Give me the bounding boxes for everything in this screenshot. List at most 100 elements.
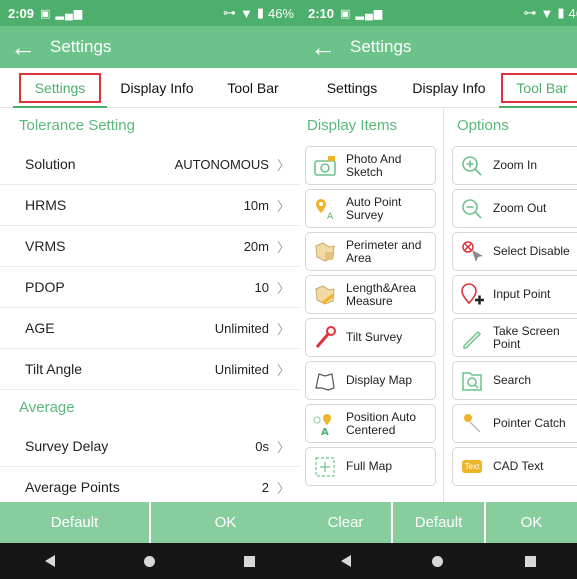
photo-and-sketch-button[interactable]: Photo And Sketch [305, 146, 436, 185]
camera-icon [312, 153, 338, 179]
cad-text-icon-label: Text [461, 460, 483, 473]
options-title: Options [457, 117, 509, 134]
cad-text-icon: Text [459, 454, 485, 480]
battery-icon: ▮ [557, 5, 565, 20]
auto-point-survey-button[interactable]: A Auto Point Survey [305, 189, 436, 228]
row-label: Average Points [25, 479, 120, 495]
perimeter-icon [312, 239, 338, 265]
zoom-in-button[interactable]: Zoom In [452, 146, 577, 185]
tab-bar: Settings Display Info Tool Bar [300, 68, 577, 108]
tab-display-info[interactable]: Display Info [114, 80, 200, 96]
position-auto-centered-button[interactable]: A Position Auto Centered [305, 404, 436, 443]
svg-text:A: A [321, 427, 329, 436]
chevron-right-icon: 〉 [276, 362, 290, 378]
row-value: 10 [254, 279, 269, 295]
ok-button[interactable]: OK [486, 502, 577, 543]
battery-level: 46% [267, 5, 294, 21]
zoom-out-button[interactable]: Zoom Out [452, 189, 577, 228]
item-label: Input Point [493, 287, 551, 301]
row-value: AUTONOMOUS [174, 156, 269, 172]
row-label: Solution [25, 156, 76, 172]
row-label: Tilt Angle [25, 361, 83, 377]
pointer-catch-button[interactable]: Pointer Catch [452, 404, 577, 443]
age-row[interactable]: AGE Unlimited 〉 [0, 308, 300, 349]
survey-delay-row[interactable]: Survey Delay 0s 〉 [0, 426, 300, 467]
item-label: Perimeter and Area [346, 237, 422, 265]
system-nav-bar [0, 543, 300, 579]
tab-display-info[interactable]: Display Info [406, 80, 492, 96]
solution-row[interactable]: Solution AUTONOMOUS 〉 [0, 144, 300, 185]
nav-back-icon[interactable] [44, 555, 55, 567]
pencil-icon [459, 325, 485, 351]
row-value: 0s [255, 438, 269, 454]
chevron-right-icon: 〉 [276, 321, 290, 337]
item-label: CAD Text [493, 459, 544, 473]
back-arrow-icon[interactable]: ← [310, 34, 336, 60]
row-value: 10m [243, 197, 269, 213]
item-label: Tilt Survey [346, 330, 403, 344]
battery-level: 46 [568, 5, 577, 21]
tilt-survey-button[interactable]: Tilt Survey [305, 318, 436, 357]
input-point-button[interactable]: Input Point [452, 275, 577, 314]
status-time: 2:09 [8, 5, 35, 21]
nav-back-icon[interactable] [340, 555, 351, 567]
nav-home-icon[interactable] [432, 555, 444, 567]
chevron-right-icon: 〉 [276, 280, 290, 296]
clear-button[interactable]: Clear [300, 502, 391, 543]
nav-recents-icon[interactable] [244, 555, 256, 567]
status-bar: 2:10 ▣ ▂▄▆ ⊶ ▼ ▮ 46 [300, 0, 577, 26]
tolerance-setting-title: Tolerance Setting [19, 117, 135, 134]
signal-icon: ▣ ▂▄▆ [340, 7, 384, 20]
display-items-title: Display Items [307, 117, 398, 134]
average-list: Survey Delay 0s 〉 Average Points 2 〉 [0, 426, 300, 508]
position-center-icon: A [312, 411, 338, 437]
item-label: Zoom Out [493, 201, 547, 215]
chevron-right-icon: 〉 [276, 157, 290, 173]
status-bar: 2:09 ▣ ▂▄▆ ⊶ ▼ ▮ 46% [0, 0, 300, 26]
wifi-icon: ▼ [540, 5, 554, 21]
full-map-icon [312, 454, 338, 480]
display-map-button[interactable]: Display Map [305, 361, 436, 400]
back-arrow-icon[interactable]: ← [10, 34, 36, 60]
tab-settings[interactable]: Settings [322, 80, 382, 96]
row-value: Unlimited [214, 361, 269, 377]
tab-tool-bar[interactable]: Tool Bar [501, 73, 577, 103]
chevron-right-icon: 〉 [276, 198, 290, 214]
item-label: Full Map [346, 459, 393, 473]
nav-recents-icon[interactable] [525, 555, 537, 567]
full-map-button[interactable]: Full Map [305, 447, 436, 486]
search-icon [459, 368, 485, 394]
default-button[interactable]: Default [393, 502, 484, 543]
bottom-button-bar: Clear Default OK [300, 502, 577, 543]
row-value: 2 [261, 479, 269, 495]
row-value: 20m [243, 238, 269, 254]
hrms-row[interactable]: HRMS 10m 〉 [0, 185, 300, 226]
select-disable-button[interactable]: Select Disable [452, 232, 577, 271]
vrms-row[interactable]: VRMS 20m 〉 [0, 226, 300, 267]
page-title: Settings [50, 37, 112, 56]
row-label: VRMS [25, 238, 66, 254]
settings-screen-right: 2:10 ▣ ▂▄▆ ⊶ ▼ ▮ 46 ← Settings Settings … [300, 0, 577, 579]
cad-text-button[interactable]: Text CAD Text [452, 447, 577, 486]
signal-icon: ▣ ▂▄▆ [40, 7, 84, 20]
tab-settings[interactable]: Settings [19, 73, 101, 103]
row-label: PDOP [25, 279, 65, 295]
ok-button[interactable]: OK [151, 502, 300, 543]
wifi-icon: ▼ [239, 5, 253, 21]
search-button[interactable]: Search [452, 361, 577, 400]
tab-bar: Settings Display Info Tool Bar [0, 68, 300, 108]
default-button[interactable]: Default [0, 502, 149, 543]
display-items-pane: Display Items Photo And Sketch A Auto Poi… [300, 108, 444, 502]
item-label: Select Disable [493, 244, 570, 258]
nav-home-icon[interactable] [143, 555, 155, 567]
item-label: Photo And Sketch [346, 151, 402, 179]
app-bar: ← Settings [0, 26, 300, 68]
item-label: Length&Area Measure [346, 280, 417, 308]
bottom-button-bar: Default OK [0, 502, 300, 543]
pdop-row[interactable]: PDOP 10 〉 [0, 267, 300, 308]
length-area-measure-button[interactable]: Length&Area Measure [305, 275, 436, 314]
tilt-angle-row[interactable]: Tilt Angle Unlimited 〉 [0, 349, 300, 390]
tab-tool-bar[interactable]: Tool Bar [220, 80, 286, 96]
take-screen-point-button[interactable]: Take Screen Point [452, 318, 577, 357]
perimeter-and-area-button[interactable]: Perimeter and Area [305, 232, 436, 271]
